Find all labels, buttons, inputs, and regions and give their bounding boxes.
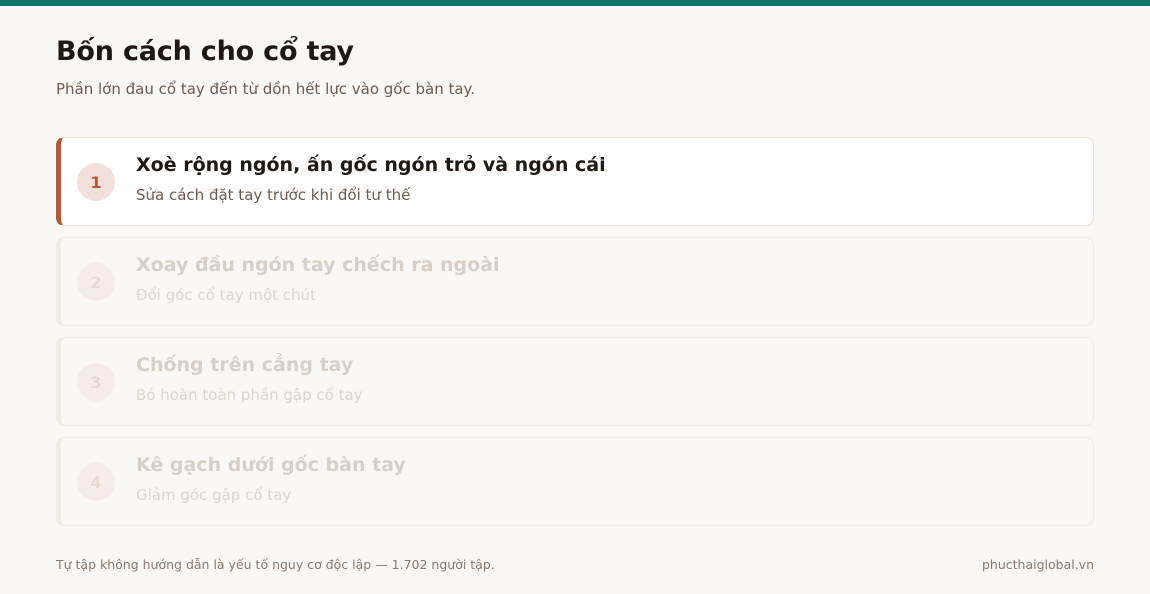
step-title: Xoay đầu ngón tay chếch ra ngoài [136, 254, 500, 276]
page-subtitle: Phần lớn đau cổ tay đến từ dồn hết lực v… [56, 80, 476, 98]
steps-list: 1 Xoè rộng ngón, ấn gốc ngón trỏ và ngón… [56, 137, 1094, 537]
step-title: Kê gạch dưới gốc bàn tay [136, 454, 406, 476]
step-number-badge: 1 [77, 163, 115, 201]
top-accent-bar [0, 0, 1150, 6]
step-card-2[interactable]: 2 Xoay đầu ngón tay chếch ra ngoài Đổi g… [56, 237, 1094, 326]
step-number-badge: 3 [77, 363, 115, 401]
footer-domain-link[interactable]: phucthaiglobal.vn [982, 557, 1094, 572]
page-title: Bốn cách cho cổ tay [56, 36, 354, 67]
step-description: Bỏ hoàn toàn phần gập cổ tay [136, 386, 363, 404]
step-card-3[interactable]: 3 Chống trên cẳng tay Bỏ hoàn toàn phần … [56, 337, 1094, 426]
step-card-1[interactable]: 1 Xoè rộng ngón, ấn gốc ngón trỏ và ngón… [56, 137, 1094, 226]
step-number-badge: 2 [77, 263, 115, 301]
step-description: Sửa cách đặt tay trước khi đổi tư thế [136, 186, 411, 204]
step-description: Giảm góc gập cổ tay [136, 486, 292, 504]
step-card-4[interactable]: 4 Kê gạch dưới gốc bàn tay Giảm góc gập … [56, 437, 1094, 526]
step-title: Chống trên cẳng tay [136, 354, 354, 376]
step-number-badge: 4 [77, 463, 115, 501]
step-description: Đổi góc cổ tay một chút [136, 286, 316, 304]
footer-note: Tự tập không hướng dẫn là yếu tố nguy cơ… [56, 557, 495, 572]
step-title: Xoè rộng ngón, ấn gốc ngón trỏ và ngón c… [136, 154, 606, 176]
